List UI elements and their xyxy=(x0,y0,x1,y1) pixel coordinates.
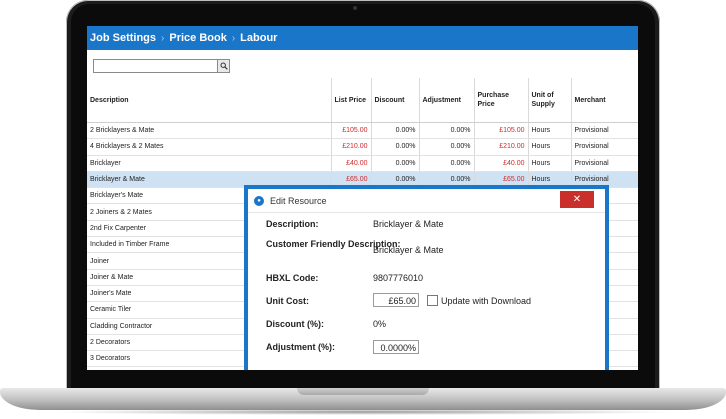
adjustment-input[interactable]: 0.0000% xyxy=(373,340,419,354)
unit-cost-input[interactable]: £65.00 xyxy=(373,293,419,307)
cell-discount: 0.00% xyxy=(371,122,420,140)
cell-unit: Hours xyxy=(528,122,572,140)
close-icon: ✕ xyxy=(572,194,582,205)
cell-list-price: £210.00 xyxy=(331,138,372,156)
cell-adjustment: 0.00% xyxy=(419,122,475,140)
camera-icon xyxy=(353,6,357,10)
cell-list-price: £105.00 xyxy=(331,122,372,140)
cell-description: 4 Bricklayers & 2 Mates xyxy=(87,138,332,156)
unit-cost-label: Unit Cost: xyxy=(266,296,309,306)
table-row[interactable]: 2 Bricklayers & Mate £105.00 0.00% 0.00% £10… xyxy=(87,122,638,140)
hbxl-code-label: HBXL Code: xyxy=(266,273,319,283)
column-header-description[interactable]: Description xyxy=(87,78,332,123)
column-header-list-price[interactable]: List Price xyxy=(331,78,372,123)
discount-label: Discount (%): xyxy=(266,319,324,329)
close-button[interactable]: ✕ xyxy=(560,191,594,208)
edit-resource-dialog: ● Edit Resource ✕ Description: Bricklaye… xyxy=(244,185,609,370)
adjustment-label: Adjustment (%): xyxy=(266,342,335,352)
dialog-title-bar: ● Edit Resource xyxy=(248,189,605,213)
breadcrumb-separator-icon: › xyxy=(161,32,165,44)
column-header-unit-of-supply[interactable]: Unit of Supply xyxy=(528,78,572,123)
customer-description-value: Bricklayer & Mate xyxy=(373,245,444,255)
cell-purchase-price: £105.00 xyxy=(474,122,529,140)
cell-description: 2 Bricklayers & Mate xyxy=(87,122,332,140)
cell-adjustment: 0.00% xyxy=(419,138,475,156)
search-input[interactable] xyxy=(93,59,230,73)
cell-purchase-price: £40.00 xyxy=(474,155,529,172)
table-row[interactable]: Bricklayer £40.00 0.00% 0.00% £40.00 Hours Pro… xyxy=(87,155,638,172)
laptop-notch xyxy=(297,388,429,395)
search-icon xyxy=(220,62,228,70)
customer-description-label: Customer Friendly Description: xyxy=(266,239,401,249)
cell-unit: Hours xyxy=(528,155,572,172)
breadcrumb-price-book[interactable]: Price Book xyxy=(169,32,226,44)
dialog-title: Edit Resource xyxy=(270,195,327,206)
cell-adjustment: 0.00% xyxy=(419,155,475,172)
info-icon: ● xyxy=(254,195,264,206)
cell-merchant: Provisional xyxy=(571,155,638,172)
search-button[interactable] xyxy=(217,59,230,73)
cell-list-price: £40.00 xyxy=(331,155,372,172)
breadcrumb-job-settings[interactable]: Job Settings xyxy=(90,32,156,44)
breadcrumb-labour[interactable]: Labour xyxy=(240,32,277,44)
cell-unit: Hours xyxy=(528,138,572,156)
column-header-discount[interactable]: Discount xyxy=(371,78,420,123)
discount-value: 0% xyxy=(373,319,387,329)
column-header-merchant[interactable]: Merchant xyxy=(571,78,638,123)
cell-merchant: Provisional xyxy=(571,122,638,140)
description-value: Bricklayer & Mate xyxy=(373,219,444,229)
cell-discount: 0.00% xyxy=(371,155,420,172)
table-header-row: Description List Price Discount Adjustme… xyxy=(87,78,638,123)
cell-merchant: Provisional xyxy=(571,138,638,156)
column-header-adjustment[interactable]: Adjustment xyxy=(419,78,475,123)
column-header-purchase-price[interactable]: Purchase Price xyxy=(474,78,529,123)
breadcrumb-separator-icon: › xyxy=(231,32,236,44)
update-with-download-label: Update with Download xyxy=(441,296,532,306)
hbxl-code-value: 9807776010 xyxy=(373,273,424,283)
update-with-download-checkbox[interactable] xyxy=(427,295,438,306)
cell-description: Bricklayer xyxy=(87,155,332,172)
description-label: Description: xyxy=(266,219,319,229)
cell-purchase-price: £210.00 xyxy=(474,138,529,156)
breadcrumb: Job Settings › Price Book › Labour xyxy=(87,26,638,50)
table-row[interactable]: 4 Bricklayers & 2 Mates £210.00 0.00% 0.00%… xyxy=(87,138,638,156)
cell-discount: 0.00% xyxy=(371,138,420,156)
app-screen: Job Settings › Price Book › Labour Descr… xyxy=(87,26,638,370)
